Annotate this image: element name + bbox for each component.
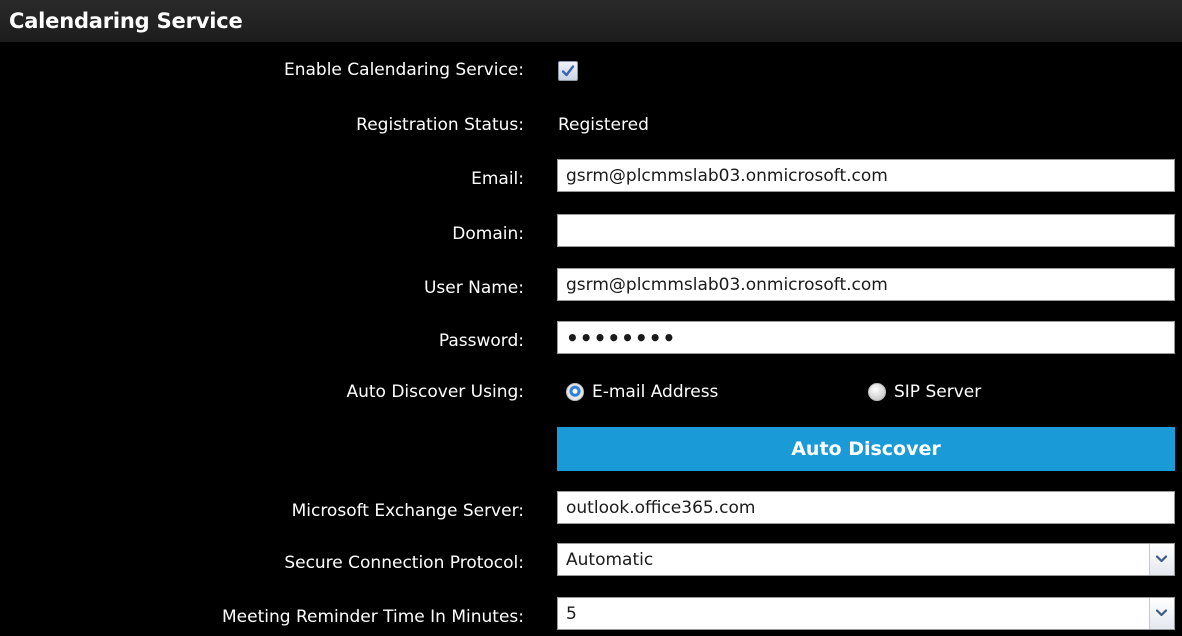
password-field[interactable] (557, 321, 1175, 354)
reminder-time-dropdown-button[interactable] (1149, 598, 1174, 629)
radio-email-address[interactable] (566, 383, 584, 401)
secure-protocol-dropdown-button[interactable] (1149, 544, 1174, 575)
domain-label: Domain: (452, 224, 524, 244)
reminder-time-value: 5 (566, 604, 577, 624)
password-label: Password: (438, 331, 524, 351)
domain-field[interactable] (557, 214, 1175, 247)
enable-calendaring-label: Enable Calendaring Service: (283, 60, 524, 80)
section-header: Calendaring Service (0, 0, 1182, 42)
reminder-time-select[interactable]: 5 (557, 597, 1175, 630)
registration-status-value: Registered (558, 115, 649, 135)
user-name-label: User Name: (423, 278, 524, 298)
auto-discover-button[interactable]: Auto Discover (557, 427, 1175, 471)
radio-email-address-label[interactable]: E-mail Address (592, 381, 718, 403)
exchange-server-label: Microsoft Exchange Server: (291, 501, 524, 521)
registration-status-label: Registration Status: (356, 115, 524, 135)
auto-discover-using-label: Auto Discover Using: (346, 382, 524, 402)
email-field[interactable] (557, 159, 1175, 192)
exchange-server-field[interactable] (557, 491, 1175, 524)
user-name-field[interactable] (557, 268, 1175, 301)
secure-protocol-select[interactable]: Automatic (557, 543, 1175, 576)
email-label: Email: (471, 169, 524, 189)
radio-sip-server-label[interactable]: SIP Server (894, 381, 981, 403)
section-title: Calendaring Service (9, 9, 243, 33)
secure-protocol-value: Automatic (566, 550, 654, 570)
secure-protocol-label: Secure Connection Protocol: (284, 553, 524, 573)
reminder-time-label: Meeting Reminder Time In Minutes: (222, 607, 524, 627)
radio-sip-server[interactable] (868, 383, 886, 401)
enable-calendaring-checkbox[interactable] (558, 61, 578, 81)
check-icon (561, 65, 575, 77)
chevron-down-icon (1156, 609, 1167, 617)
chevron-down-icon (1156, 555, 1167, 563)
